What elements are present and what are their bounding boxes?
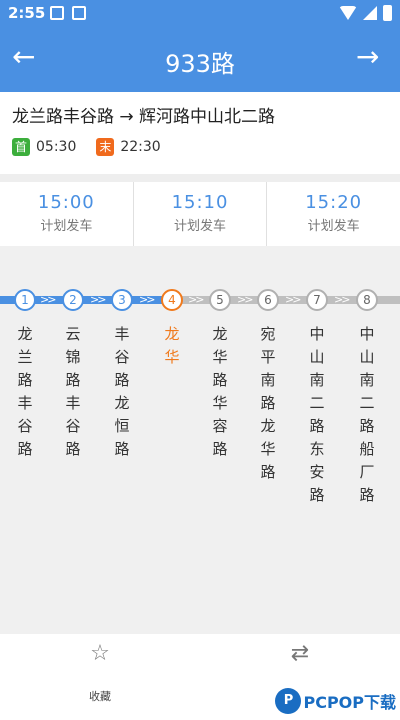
station-name: 中山南二路船厂路 <box>359 325 375 504</box>
departure-label: 计划发车 <box>40 219 93 234</box>
service-times: 首 05:30 末 22:30 <box>12 138 161 156</box>
station-name: 龙华路华容路 <box>212 325 228 458</box>
planned-departures: 15:00 计划发车 15:10 计划发车 15:20 计划发车 <box>0 182 400 246</box>
departure-label: 计划发车 <box>307 219 360 234</box>
section-divider <box>0 174 400 182</box>
station-item[interactable]: 5 龙华路华容路 <box>197 289 243 461</box>
station-number: 4 <box>161 289 183 311</box>
signal-icon <box>363 6 377 20</box>
station-name: 中山南二路东安路 <box>309 325 325 504</box>
watermark-text: PCPOP下载 <box>303 693 396 712</box>
switch-direction-button[interactable]: ⇄ <box>260 640 340 668</box>
nav-bar: ← 933路 → <box>0 28 400 92</box>
switch-arrows-icon: ⇄ <box>290 641 310 666</box>
station-number: 5 <box>209 289 231 311</box>
star-icon: ☆ <box>90 641 110 666</box>
app-notification-icon <box>72 6 86 20</box>
departure-time: 15:10 <box>171 192 229 213</box>
image-notification-icon <box>50 6 64 20</box>
station-item[interactable]: 7 中山南二路东安路 <box>294 289 340 507</box>
page-title: 933路 <box>165 50 235 78</box>
station-number: 6 <box>257 289 279 311</box>
station-item[interactable]: 8 中山南二路船厂路 <box>344 289 390 507</box>
last-bus-time: 22:30 <box>120 139 161 155</box>
watermark-logo-icon: P <box>275 688 302 714</box>
departure-time: 15:00 <box>37 192 95 213</box>
reverse-direction-arrow-icon[interactable]: → <box>356 42 388 72</box>
status-system-icons <box>339 5 392 21</box>
watermark: P PCPOP下载 <box>275 688 396 714</box>
last-bus-badge: 末 <box>96 138 115 156</box>
departure-time: 15:20 <box>305 192 363 213</box>
departure-item: 15:10 计划发车 <box>132 182 267 246</box>
station-number: 2 <box>62 289 84 311</box>
station-item[interactable]: 3 丰谷路龙恒路 <box>99 289 145 461</box>
station-item[interactable]: 1 龙兰路丰谷路 <box>2 289 48 461</box>
status-notification-icons <box>50 6 86 20</box>
station-name: 云锦路丰谷路 <box>65 325 81 458</box>
station-line[interactable]: >> >> >> >> >> >> >> 1 龙兰路丰谷路 2 云锦路丰谷路 3… <box>0 246 400 634</box>
favorite-label: 收藏 <box>89 690 111 703</box>
station-name: 龙华 <box>164 325 180 366</box>
station-number: 7 <box>306 289 328 311</box>
status-time: 2:55 <box>8 4 46 22</box>
route-direction: 龙兰路丰谷路 → 辉河路中山北二路 <box>12 107 276 127</box>
first-bus-badge: 首 <box>12 138 30 156</box>
wifi-icon <box>339 6 357 20</box>
first-bus-time: 05:30 <box>36 139 77 155</box>
departure-label: 计划发车 <box>174 219 227 234</box>
station-number: 1 <box>14 289 36 311</box>
bottom-action-bar: ☆ 收藏 ⇄ P PCPOP下载 <box>0 634 400 720</box>
station-item[interactable]: 6 宛平南路龙华路 <box>245 289 291 484</box>
station-number: 8 <box>356 289 378 311</box>
departure-item: 15:00 计划发车 <box>0 182 133 246</box>
battery-icon <box>383 5 392 21</box>
current-station-item[interactable]: 4 龙华 <box>149 289 195 369</box>
status-bar: 2:55 <box>0 0 400 28</box>
route-header: 龙兰路丰谷路 → 辉河路中山北二路 首 05:30 末 22:30 <box>0 92 400 174</box>
favorite-button[interactable]: ☆ 收藏 <box>60 640 140 704</box>
station-item[interactable]: 2 云锦路丰谷路 <box>50 289 96 461</box>
station-name: 丰谷路龙恒路 <box>114 325 130 458</box>
station-name: 宛平南路龙华路 <box>260 325 276 481</box>
departure-item: 15:20 计划发车 <box>266 182 400 246</box>
station-number: 3 <box>111 289 133 311</box>
station-name: 龙兰路丰谷路 <box>17 325 33 458</box>
